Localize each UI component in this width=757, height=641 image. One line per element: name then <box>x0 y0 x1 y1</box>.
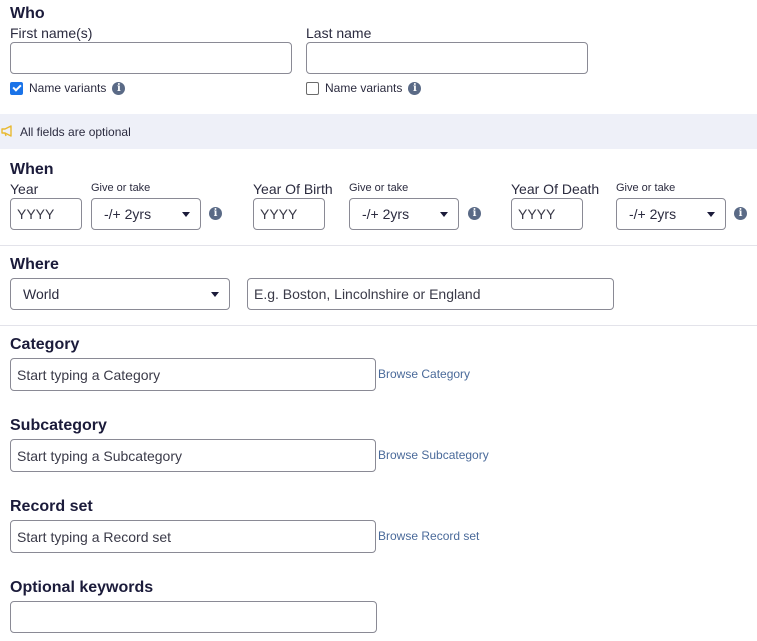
record-set-input[interactable]: Start typing a Record set <box>10 520 376 553</box>
place-placeholder: E.g. Boston, Lincolnshire or England <box>254 286 481 302</box>
category-input[interactable]: Start typing a Category <box>10 358 376 391</box>
browse-record-set-link[interactable]: Browse Record set <box>378 529 479 543</box>
info-icon[interactable]: i <box>408 82 422 95</box>
birth-range-select[interactable]: -/+ 2yrs <box>349 198 459 230</box>
when-heading: When <box>10 161 54 178</box>
death-year-input[interactable]: YYYY <box>511 198 583 230</box>
banner-text: All fields are optional <box>20 125 131 139</box>
year-input[interactable]: YYYY <box>10 198 82 230</box>
last-name-label: Last name <box>306 25 372 41</box>
keywords-input[interactable] <box>10 601 377 633</box>
birth-year-placeholder: YYYY <box>260 206 298 222</box>
browse-category-link[interactable]: Browse Category <box>378 367 470 381</box>
chevron-down-icon <box>211 291 219 297</box>
first-name-variants-checkbox[interactable] <box>10 82 23 95</box>
birth-year-label: Year Of Birth <box>253 181 333 197</box>
record-set-heading: Record set <box>10 498 93 515</box>
death-year-label: Year Of Death <box>511 181 600 197</box>
birth-range-value: -/+ 2yrs <box>362 206 410 222</box>
first-name-input[interactable] <box>10 42 292 74</box>
last-name-variants-option[interactable]: Name variants i <box>306 81 422 95</box>
birth-give-or-take-label: Give or take <box>349 182 409 194</box>
info-icon[interactable]: i <box>734 207 747 220</box>
category-heading: Category <box>10 336 80 353</box>
year-placeholder: YYYY <box>17 206 55 222</box>
region-select[interactable]: World <box>10 278 230 310</box>
death-range-value: -/+ 2yrs <box>629 206 677 222</box>
year-give-or-take-label: Give or take <box>91 182 151 194</box>
info-icon[interactable]: i <box>468 207 481 220</box>
chevron-down-icon <box>182 211 190 217</box>
chevron-down-icon <box>707 211 715 217</box>
section-divider <box>0 325 757 326</box>
last-name-input[interactable] <box>306 42 588 74</box>
first-name-label: First name(s) <box>10 25 93 41</box>
death-year-placeholder: YYYY <box>518 206 556 222</box>
who-heading: Who <box>10 5 45 22</box>
last-name-variants-label: Name variants <box>325 81 403 95</box>
section-divider <box>0 245 757 246</box>
first-name-variants-option[interactable]: Name variants i <box>10 81 126 95</box>
last-name-variants-checkbox[interactable] <box>306 82 319 95</box>
subcategory-input[interactable]: Start typing a Subcategory <box>10 439 376 472</box>
optional-fields-banner: All fields are optional <box>0 114 757 149</box>
region-value: World <box>23 286 60 302</box>
subcategory-heading: Subcategory <box>10 417 107 434</box>
category-placeholder: Start typing a Category <box>17 366 161 383</box>
record-set-placeholder: Start typing a Record set <box>17 528 172 545</box>
info-icon[interactable]: i <box>209 207 222 220</box>
year-range-select[interactable]: -/+ 2yrs <box>91 198 201 230</box>
subcategory-placeholder: Start typing a Subcategory <box>17 447 182 464</box>
first-name-variants-label: Name variants <box>29 81 107 95</box>
browse-subcategory-link[interactable]: Browse Subcategory <box>378 448 489 462</box>
year-range-value: -/+ 2yrs <box>104 206 152 222</box>
death-range-select[interactable]: -/+ 2yrs <box>616 198 726 230</box>
keywords-heading: Optional keywords <box>10 579 154 596</box>
where-heading: Where <box>10 256 59 273</box>
year-label: Year <box>10 181 39 197</box>
place-input[interactable]: E.g. Boston, Lincolnshire or England <box>247 278 614 310</box>
chevron-down-icon <box>440 211 448 217</box>
megaphone-icon <box>1 125 12 137</box>
birth-year-input[interactable]: YYYY <box>253 198 325 230</box>
death-give-or-take-label: Give or take <box>616 182 676 194</box>
info-icon[interactable]: i <box>112 82 126 95</box>
